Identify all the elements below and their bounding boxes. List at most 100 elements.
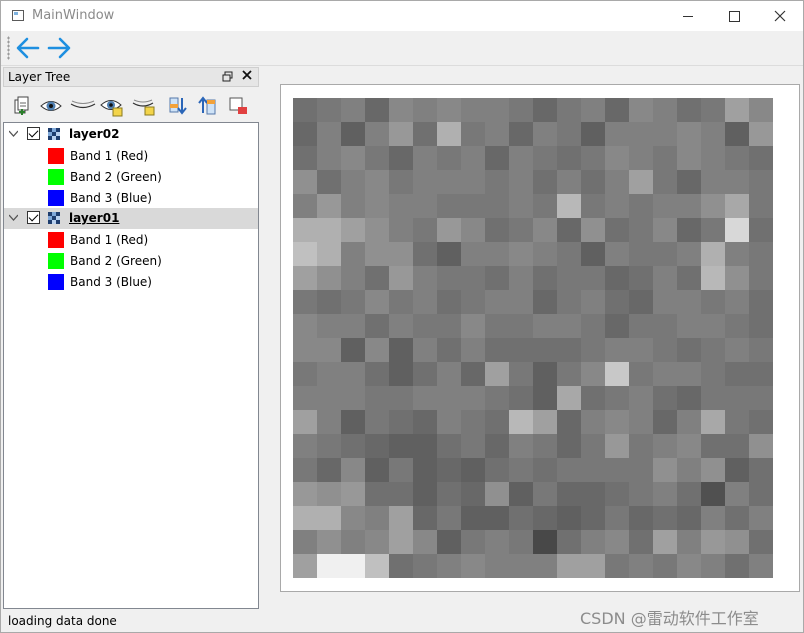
- remove-layer-button[interactable]: [227, 95, 249, 117]
- hide-all-button[interactable]: [69, 95, 96, 117]
- raster-pixel: [557, 506, 581, 530]
- raster-pixel: [317, 290, 341, 314]
- hide-all-icon: [70, 100, 96, 109]
- close-button[interactable]: [757, 1, 803, 31]
- raster-pixel: [413, 218, 437, 242]
- raster-pixel: [581, 506, 605, 530]
- layer-row-layer02[interactable]: layer02: [4, 124, 258, 145]
- layer-visibility-checkbox[interactable]: [27, 127, 40, 140]
- raster-pixel: [677, 386, 701, 410]
- raster-pixel: [437, 98, 461, 122]
- raster-pixel: [629, 170, 653, 194]
- raster-pixel: [509, 362, 533, 386]
- raster-pixel: [677, 530, 701, 554]
- raster-pixel: [437, 194, 461, 218]
- raster-pixel: [677, 290, 701, 314]
- raster-pixel: [533, 458, 557, 482]
- minimize-icon: [683, 15, 693, 17]
- toolbar-grip[interactable]: [7, 36, 10, 60]
- raster-pixel: [701, 266, 725, 290]
- raster-pixel: [749, 194, 773, 218]
- raster-pixel: [461, 362, 485, 386]
- map-canvas[interactable]: [280, 84, 800, 592]
- hide-selected-button[interactable]: [131, 95, 155, 117]
- minimize-button[interactable]: [665, 1, 711, 31]
- raster-pixel: [365, 506, 389, 530]
- raster-pixel: [485, 98, 509, 122]
- raster-pixel: [461, 194, 485, 218]
- band-row[interactable]: Band 3 (Blue): [4, 187, 258, 208]
- raster-pixel: [533, 410, 557, 434]
- show-selected-button[interactable]: [100, 95, 123, 117]
- raster-pixel: [701, 314, 725, 338]
- band-label: Band 2 (Green): [70, 254, 162, 268]
- forward-button[interactable]: [46, 35, 72, 61]
- raster-pixel: [581, 146, 605, 170]
- raster-pixel: [581, 242, 605, 266]
- raster-pixel: [653, 554, 677, 578]
- raster-pixel: [701, 146, 725, 170]
- band-row[interactable]: Band 1 (Red): [4, 229, 258, 250]
- raster-pixel: [581, 530, 605, 554]
- dock-title-bar[interactable]: Layer Tree: [3, 67, 259, 87]
- raster-pixel: [485, 218, 509, 242]
- raster-pixel: [557, 554, 581, 578]
- raster-pixel: [509, 482, 533, 506]
- dock-close-button[interactable]: [242, 69, 252, 84]
- raster-pixel: [485, 410, 509, 434]
- move-up-button[interactable]: [197, 95, 219, 117]
- raster-pixel: [485, 458, 509, 482]
- raster-pixel: [365, 218, 389, 242]
- raster-pixel: [677, 170, 701, 194]
- raster-pixel: [365, 554, 389, 578]
- layer-row-layer01[interactable]: layer01: [4, 208, 258, 229]
- layer-visibility-checkbox[interactable]: [27, 211, 40, 224]
- raster-pixel: [293, 386, 317, 410]
- show-all-button[interactable]: [39, 95, 62, 117]
- raster-pixel: [437, 338, 461, 362]
- raster-pixel: [677, 122, 701, 146]
- raster-pixel: [701, 170, 725, 194]
- raster-pixel: [389, 98, 413, 122]
- raster-pixel: [725, 194, 749, 218]
- band-row[interactable]: Band 1 (Red): [4, 145, 258, 166]
- raster-pixel: [749, 218, 773, 242]
- add-layer-button[interactable]: [11, 95, 33, 117]
- layer-tree[interactable]: layer02 Band 1 (Red) Band 2 (Green) Band…: [3, 122, 259, 609]
- band-row[interactable]: Band 2 (Green): [4, 166, 258, 187]
- raster-pixel: [293, 434, 317, 458]
- raster-pixel: [485, 290, 509, 314]
- raster-pixel: [365, 482, 389, 506]
- band-row[interactable]: Band 3 (Blue): [4, 271, 258, 292]
- raster-pixel: [437, 386, 461, 410]
- raster-pixel: [629, 314, 653, 338]
- layer-name: layer01: [69, 211, 120, 225]
- raster-image: [293, 98, 773, 578]
- raster-pixel: [293, 290, 317, 314]
- raster-pixel: [629, 482, 653, 506]
- raster-pixel: [605, 218, 629, 242]
- raster-pixel: [317, 410, 341, 434]
- collapse-icon[interactable]: [8, 213, 19, 222]
- maximize-button[interactable]: [711, 1, 757, 31]
- raster-pixel: [389, 410, 413, 434]
- raster-pixel: [701, 482, 725, 506]
- collapse-icon[interactable]: [8, 129, 19, 138]
- raster-pixel: [461, 386, 485, 410]
- raster-pixel: [341, 194, 365, 218]
- raster-pixel: [341, 266, 365, 290]
- raster-pixel: [629, 554, 653, 578]
- raster-pixel: [461, 554, 485, 578]
- raster-pixel: [605, 242, 629, 266]
- raster-pixel: [413, 170, 437, 194]
- raster-pixel: [533, 242, 557, 266]
- move-down-button[interactable]: [167, 95, 189, 117]
- raster-pixel: [605, 506, 629, 530]
- back-button[interactable]: [15, 35, 41, 61]
- float-icon: [222, 71, 233, 82]
- raster-pixel: [365, 410, 389, 434]
- dock-float-button[interactable]: [222, 71, 233, 82]
- raster-pixel: [677, 98, 701, 122]
- raster-pixel: [293, 410, 317, 434]
- band-row[interactable]: Band 2 (Green): [4, 250, 258, 271]
